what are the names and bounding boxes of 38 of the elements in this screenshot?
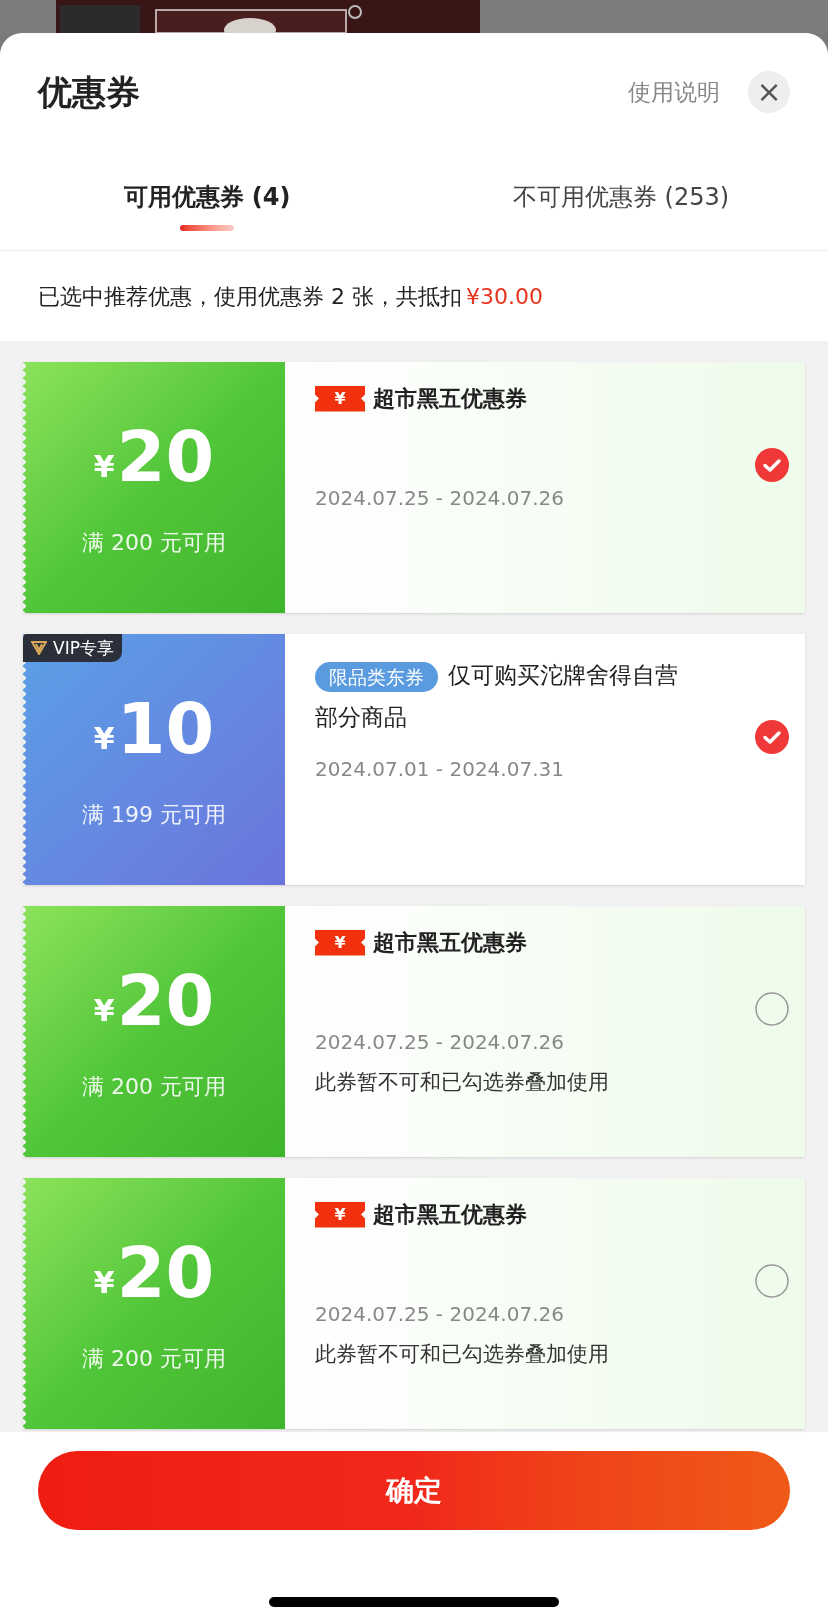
tab[interactable]: 可用优惠券 (4) bbox=[0, 151, 414, 250]
checked-icon[interactable] bbox=[755, 448, 789, 482]
coupon-title: 超市黑五优惠券 bbox=[373, 1201, 527, 1229]
tab[interactable]: 不可用优惠券 (253) bbox=[414, 151, 828, 250]
coupon-amount: 10 bbox=[116, 694, 215, 764]
validity-dates: 2024.07.25 - 2024.07.26 bbox=[315, 485, 565, 512]
radio-circle[interactable] bbox=[755, 1264, 789, 1298]
usage-instructions-link[interactable]: 使用说明 bbox=[628, 74, 720, 110]
ticket-icon: ¥ bbox=[315, 1201, 365, 1228]
coupon-condition: 满 200 元可用 bbox=[82, 1073, 226, 1101]
coupon-condition: 满 200 元可用 bbox=[82, 529, 226, 557]
radio-circle[interactable] bbox=[755, 992, 789, 1026]
ticket-icon: ¥ bbox=[315, 385, 365, 412]
coupon-title: 超市黑五优惠券 bbox=[373, 385, 527, 413]
currency-symbol: ¥ bbox=[93, 1268, 115, 1298]
coupon-note: 此券暂不可和已勾选券叠加使用 bbox=[315, 1341, 610, 1368]
validity-dates: 2024.07.25 - 2024.07.26 bbox=[315, 1301, 565, 1328]
v-logo-icon bbox=[31, 641, 47, 655]
confirm-button[interactable]: 确定 bbox=[38, 1451, 790, 1530]
sheet-title: 优惠券 bbox=[38, 71, 140, 114]
validity-dates: 2024.07.01 - 2024.07.31 bbox=[315, 756, 565, 783]
selection-summary: 已选中推荐优惠，使用优惠券 2 张，共抵扣 ¥30.00 bbox=[38, 282, 543, 311]
coupon-title: 超市黑五优惠券 bbox=[373, 929, 527, 957]
coupon-amount: 20 bbox=[116, 1238, 215, 1308]
coupon-amount: 20 bbox=[116, 966, 215, 1036]
currency-symbol: ¥ bbox=[93, 452, 115, 482]
checked-icon[interactable] bbox=[755, 720, 789, 754]
close-button[interactable]: × bbox=[748, 71, 790, 113]
coupon-note: 此券暂不可和已勾选券叠加使用 bbox=[315, 1069, 610, 1096]
coupon-condition: 满 199 元可用 bbox=[82, 801, 226, 829]
coupon-title: 限品类东券 仅可购买沱牌舍得自营部分商品 bbox=[315, 660, 679, 732]
currency-symbol: ¥ bbox=[93, 996, 115, 1026]
vip-badge: VIP专享 bbox=[23, 634, 122, 662]
validity-dates: 2024.07.25 - 2024.07.26 bbox=[315, 1029, 565, 1056]
ticket-icon: ¥ bbox=[315, 929, 365, 956]
coupon-condition: 满 200 元可用 bbox=[82, 1345, 226, 1373]
coupon-amount: 20 bbox=[116, 422, 215, 492]
currency-symbol: ¥ bbox=[93, 724, 115, 754]
